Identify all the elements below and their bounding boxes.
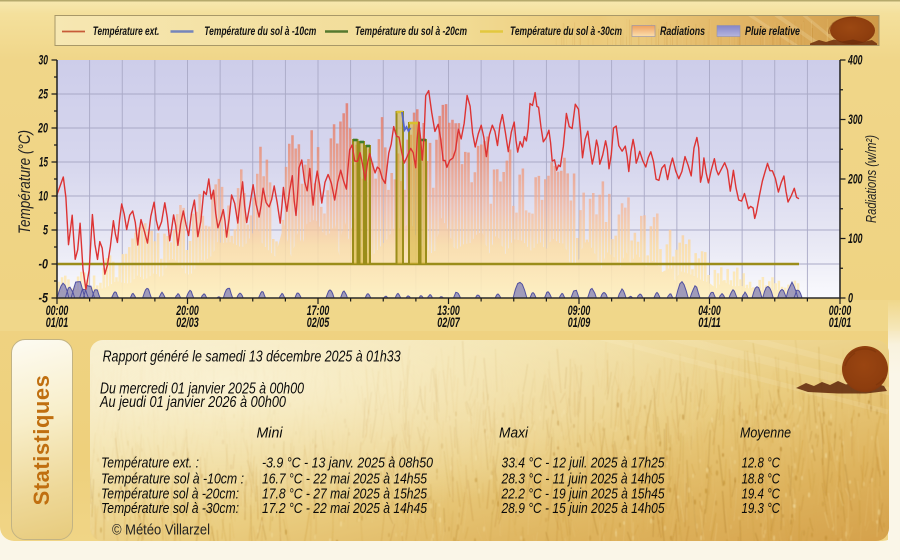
svg-text:Température du sol à -10cm: Température du sol à -10cm xyxy=(204,24,316,38)
svg-text:Radiations (w/m²): Radiations (w/m²) xyxy=(864,135,880,223)
svg-text:Au jeudi 01 janvier 2026 à 00h: Au jeudi 01 janvier 2026 à 00h00 xyxy=(99,394,286,411)
svg-text:01/09: 01/09 xyxy=(568,315,591,330)
svg-text:Température du sol à -30cm: Température du sol à -30cm xyxy=(510,24,622,38)
svg-text:Mini: Mini xyxy=(257,424,284,441)
svg-text:Température du sol à -20cm: Température du sol à -20cm xyxy=(355,24,467,38)
svg-text:19.3 °C: 19.3 °C xyxy=(742,500,781,517)
svg-text:© Météo Villarzel: © Météo Villarzel xyxy=(112,523,210,539)
svg-text:-3.9 °C - 13 janv. 2025 à 08h5: -3.9 °C - 13 janv. 2025 à 08h50 xyxy=(262,455,434,472)
svg-text:10: 10 xyxy=(39,189,49,204)
svg-text:01/11: 01/11 xyxy=(698,315,721,330)
svg-text:25: 25 xyxy=(38,87,48,102)
svg-text:Température ext.: Température ext. xyxy=(93,24,160,38)
svg-text:Rapport généré le samedi 13 dé: Rapport généré le samedi 13 décembre 202… xyxy=(103,349,401,366)
svg-text:12.8 °C: 12.8 °C xyxy=(742,455,781,472)
svg-text:100: 100 xyxy=(848,231,863,246)
svg-text:Radiations: Radiations xyxy=(660,24,705,38)
svg-text:28.9 °C - 15 juin 2025 à 14h05: 28.9 °C - 15 juin 2025 à 14h05 xyxy=(501,500,665,517)
svg-text:Température (°C): Température (°C) xyxy=(16,130,34,234)
svg-text:Pluie relative: Pluie relative xyxy=(745,24,800,38)
svg-text:02/05: 02/05 xyxy=(307,315,330,330)
svg-text:5: 5 xyxy=(43,223,48,238)
svg-text:02/07: 02/07 xyxy=(437,315,460,330)
svg-text:Maxi: Maxi xyxy=(499,424,529,441)
svg-text:300: 300 xyxy=(848,112,863,127)
svg-text:-0: -0 xyxy=(39,257,49,272)
svg-text:15: 15 xyxy=(39,155,48,170)
svg-text:Température sol à -30cm:: Température sol à -30cm: xyxy=(101,500,239,517)
svg-text:20: 20 xyxy=(37,121,48,136)
svg-text:01/01: 01/01 xyxy=(829,315,852,330)
svg-text:400: 400 xyxy=(847,53,862,68)
svg-text:Moyenne: Moyenne xyxy=(740,424,791,441)
svg-text:30: 30 xyxy=(39,53,49,68)
svg-text:200: 200 xyxy=(847,172,862,187)
svg-text:33.4 °C - 12 juil. 2025 à 17h2: 33.4 °C - 12 juil. 2025 à 17h25 xyxy=(502,455,666,472)
svg-text:01/01: 01/01 xyxy=(46,315,69,330)
svg-text:Température ext. :: Température ext. : xyxy=(101,455,199,472)
svg-text:02/03: 02/03 xyxy=(176,315,199,330)
svg-text:17.2 °C - 22 mai 2025 à 14h45: 17.2 °C - 22 mai 2025 à 14h45 xyxy=(262,500,428,517)
